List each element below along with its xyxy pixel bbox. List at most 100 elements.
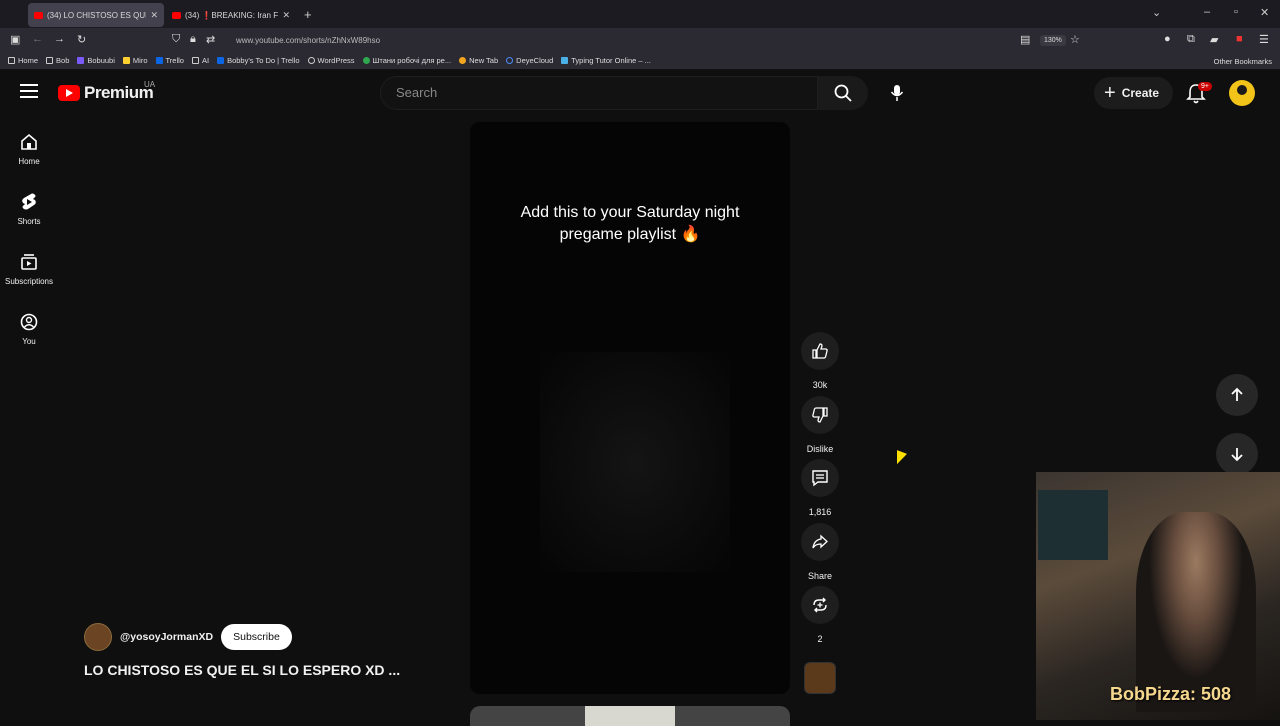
bookmark-label: Bob bbox=[56, 56, 70, 65]
reload-icon[interactable]: ↻ bbox=[77, 33, 86, 46]
hamburger-menu-icon[interactable] bbox=[20, 84, 38, 98]
folder-icon bbox=[46, 57, 54, 64]
next-short-preview[interactable] bbox=[470, 706, 790, 726]
typing-tutor-icon bbox=[561, 57, 569, 64]
sidebar-item-you[interactable]: You bbox=[0, 313, 58, 346]
dislike-circle[interactable] bbox=[801, 396, 839, 434]
folder-icon bbox=[191, 57, 199, 64]
previous-short-button[interactable] bbox=[1216, 374, 1258, 416]
youtube-favicon-icon bbox=[34, 11, 43, 19]
channel-thumbnail[interactable] bbox=[804, 662, 836, 694]
microphone-icon bbox=[890, 85, 904, 101]
close-icon[interactable]: ✕ bbox=[282, 10, 290, 21]
sidebar-item-home[interactable]: Home bbox=[0, 133, 58, 166]
voice-search-button[interactable] bbox=[880, 76, 914, 110]
search-icon bbox=[834, 84, 852, 102]
bookmark-item[interactable]: Bobby's To Do | Trello bbox=[217, 56, 300, 65]
sidebar-toggle-icon[interactable]: ▣ bbox=[10, 33, 20, 46]
bookmark-label: Bobuubi bbox=[87, 56, 115, 65]
channel-avatar[interactable] bbox=[84, 623, 112, 651]
trello-icon bbox=[155, 57, 163, 64]
sidebar-item-label: Shorts bbox=[17, 217, 41, 226]
extension-badge-icon[interactable]: ■ bbox=[1236, 33, 1243, 45]
create-button[interactable]: + Create bbox=[1094, 77, 1174, 109]
forward-icon[interactable]: → bbox=[54, 33, 65, 45]
other-bookmarks[interactable]: Other Bookmarks bbox=[1214, 57, 1272, 66]
bookmark-label: AI bbox=[201, 56, 210, 65]
tab-active[interactable]: (34) LO CHISTOSO ES QUE EL ✕ bbox=[28, 3, 164, 27]
youtube-premium-logo[interactable]: Premium bbox=[58, 83, 154, 103]
bookmark-item[interactable]: Trello bbox=[155, 56, 184, 65]
bookmark-item[interactable]: Bob bbox=[46, 56, 69, 65]
reader-view-icon[interactable]: ▤ bbox=[1020, 33, 1030, 46]
subscribe-button[interactable]: Subscribe bbox=[221, 624, 292, 650]
bookmark-item[interactable]: Typing Tutor Online – ... bbox=[561, 56, 651, 65]
comments-circle[interactable] bbox=[801, 459, 839, 497]
shield-icon[interactable]: ⛉ bbox=[172, 33, 180, 46]
window-close-icon[interactable]: ✕ bbox=[1260, 6, 1269, 19]
maximize-icon[interactable]: ▫ bbox=[1234, 6, 1238, 18]
youtube-favicon-icon bbox=[172, 11, 181, 19]
channel-name[interactable]: @yosoyJormanXD bbox=[120, 631, 213, 643]
remix-button[interactable]: 2 bbox=[800, 586, 840, 644]
search-button[interactable] bbox=[818, 76, 868, 110]
bookmark-label: Bobby's To Do | Trello bbox=[227, 56, 300, 65]
bookmark-label: Штани робочі для ре... bbox=[372, 56, 452, 65]
folder-icon bbox=[8, 57, 15, 64]
comments-button[interactable]: 1,816 bbox=[800, 459, 840, 517]
app-menu-icon[interactable]: ☰ bbox=[1259, 33, 1269, 46]
logo-text: Premium bbox=[84, 83, 154, 102]
extension-icon[interactable]: ▰ bbox=[1210, 33, 1218, 46]
video-title[interactable]: LO CHISTOSO ES QUE EL SI LO ESPERO XD ..… bbox=[84, 662, 400, 678]
dislike-button[interactable]: Dislike bbox=[800, 396, 840, 454]
share-button[interactable]: Share bbox=[800, 523, 840, 581]
account-avatar[interactable] bbox=[1229, 80, 1255, 106]
new-tab-icon[interactable]: + bbox=[304, 7, 312, 22]
minimize-icon[interactable]: – bbox=[1204, 6, 1210, 18]
extension-icon[interactable]: ● bbox=[1164, 33, 1171, 45]
bookmark-item[interactable]: Bobuubi bbox=[77, 56, 115, 65]
trello-icon bbox=[217, 57, 225, 64]
bookmark-item[interactable]: AI bbox=[191, 56, 210, 65]
lock-icon: 🔒︎ bbox=[190, 33, 196, 45]
remix-circle[interactable] bbox=[801, 586, 839, 624]
webcam-person bbox=[1136, 512, 1256, 712]
bookmark-star-icon[interactable]: ☆ bbox=[1070, 33, 1080, 46]
bookmark-item[interactable]: New Tab bbox=[459, 56, 498, 65]
notification-badge: 9+ bbox=[1198, 82, 1212, 91]
bookmark-item[interactable]: DeyeCloud bbox=[506, 56, 553, 65]
sidebar-item-subscriptions[interactable]: Subscriptions bbox=[0, 253, 58, 286]
video-caption: Add this to your Saturday night pregame … bbox=[520, 204, 740, 243]
back-icon[interactable]: ← bbox=[32, 33, 43, 45]
zoom-level[interactable]: 130% bbox=[1040, 35, 1066, 46]
like-circle[interactable] bbox=[801, 332, 839, 370]
url-field[interactable]: www.youtube.com/shorts/nZhNxW89hso bbox=[236, 36, 380, 45]
permissions-icon[interactable]: ⇄ bbox=[206, 33, 215, 46]
search-input[interactable]: Search bbox=[380, 76, 818, 110]
extensions-puzzle-icon[interactable]: ⧉ bbox=[1187, 33, 1195, 46]
bookmark-label: DeyeCloud bbox=[516, 56, 554, 65]
subscriptions-icon bbox=[21, 254, 37, 270]
plus-icon: + bbox=[1104, 82, 1116, 104]
webcam-overlay-text: BobPizza: 508 bbox=[1110, 684, 1232, 704]
bookmark-item[interactable]: Miro bbox=[122, 56, 148, 65]
share-circle[interactable] bbox=[801, 523, 839, 561]
next-short-button[interactable] bbox=[1216, 433, 1258, 475]
home-icon bbox=[21, 133, 37, 150]
bookmark-item[interactable]: Штани робочі для ре... bbox=[362, 56, 452, 65]
profile-icon bbox=[20, 313, 38, 331]
shop-icon bbox=[362, 57, 370, 64]
globe-icon bbox=[307, 57, 315, 64]
bookmark-item[interactable]: Home bbox=[8, 56, 38, 65]
tab-list-icon[interactable]: ⌄ bbox=[1152, 6, 1161, 19]
dislike-label: Dislike bbox=[806, 444, 834, 454]
tab-inactive[interactable]: (34) ❗BREAKING: Iran Fire Mi ✕ bbox=[166, 3, 296, 27]
close-icon[interactable]: ✕ bbox=[150, 10, 158, 21]
short-video-player[interactable]: Add this to your Saturday night pregame … bbox=[470, 122, 790, 694]
bookmark-item[interactable]: WordPress bbox=[307, 56, 355, 65]
sidebar-item-shorts[interactable]: Shorts bbox=[0, 193, 58, 226]
comment-count: 1,816 bbox=[808, 507, 832, 517]
webcam-background bbox=[1038, 490, 1108, 560]
browser-tab-strip: (34) LO CHISTOSO ES QUE EL ✕ (34) ❗BREAK… bbox=[0, 0, 1280, 28]
like-button[interactable]: 30k bbox=[800, 332, 840, 390]
